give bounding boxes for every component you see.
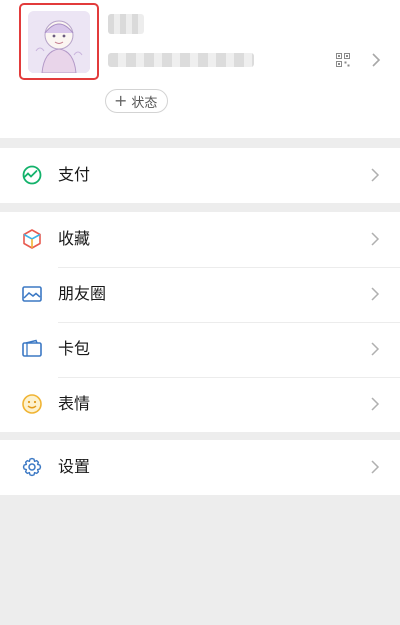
- gear-icon: [22, 457, 42, 477]
- chevron-right-icon: [372, 53, 381, 67]
- pay-icon: [22, 165, 42, 185]
- smiley-icon: [22, 394, 42, 414]
- menu-label-moments: 朋友圈: [58, 284, 107, 303]
- chevron-right-icon: [371, 397, 380, 411]
- wallet-icon: [22, 339, 42, 357]
- settings-section: 设置: [0, 440, 400, 495]
- add-status-button[interactable]: + 状态: [105, 89, 169, 113]
- menu-label-cards: 卡包: [58, 339, 91, 358]
- qr-code-icon[interactable]: [336, 53, 350, 67]
- plus-icon: +: [114, 91, 128, 110]
- nickname-redacted: [108, 14, 144, 34]
- chevron-right-icon: [371, 168, 380, 182]
- photo-icon: [22, 286, 42, 302]
- chevron-right-icon: [371, 342, 380, 356]
- avatar-highlight: [19, 3, 99, 80]
- menu-label-stickers: 表情: [58, 394, 91, 413]
- chevron-right-icon: [371, 287, 380, 301]
- profile-header[interactable]: + 状态: [0, 0, 400, 138]
- menu-label-favorites: 收藏: [58, 229, 91, 248]
- menu-item-settings[interactable]: 设置: [0, 440, 400, 495]
- cube-icon: [23, 229, 41, 249]
- pay-section: 支付: [0, 148, 400, 203]
- status-label: 状态: [131, 95, 158, 111]
- menu-item-pay[interactable]: 支付: [0, 148, 400, 203]
- me-screen: + 状态 支付 收藏 朋友圈 卡包 表情 设置: [0, 0, 400, 625]
- menu-label-settings: 设置: [58, 457, 91, 476]
- chevron-right-icon: [371, 460, 380, 474]
- chevron-right-icon: [371, 232, 380, 246]
- empty-area: [0, 495, 400, 625]
- avatar-illustration-icon: [28, 11, 90, 73]
- menu-item-cards[interactable]: 卡包: [0, 322, 400, 377]
- menu-item-moments[interactable]: 朋友圈: [0, 267, 400, 322]
- wechat-id-redacted: [108, 53, 254, 67]
- menu-label-pay: 支付: [58, 165, 91, 184]
- menu-item-favorites[interactable]: 收藏: [0, 212, 400, 267]
- features-section: 收藏 朋友圈 卡包 表情: [0, 212, 400, 432]
- menu-item-stickers[interactable]: 表情: [0, 377, 400, 432]
- avatar[interactable]: [28, 11, 90, 73]
